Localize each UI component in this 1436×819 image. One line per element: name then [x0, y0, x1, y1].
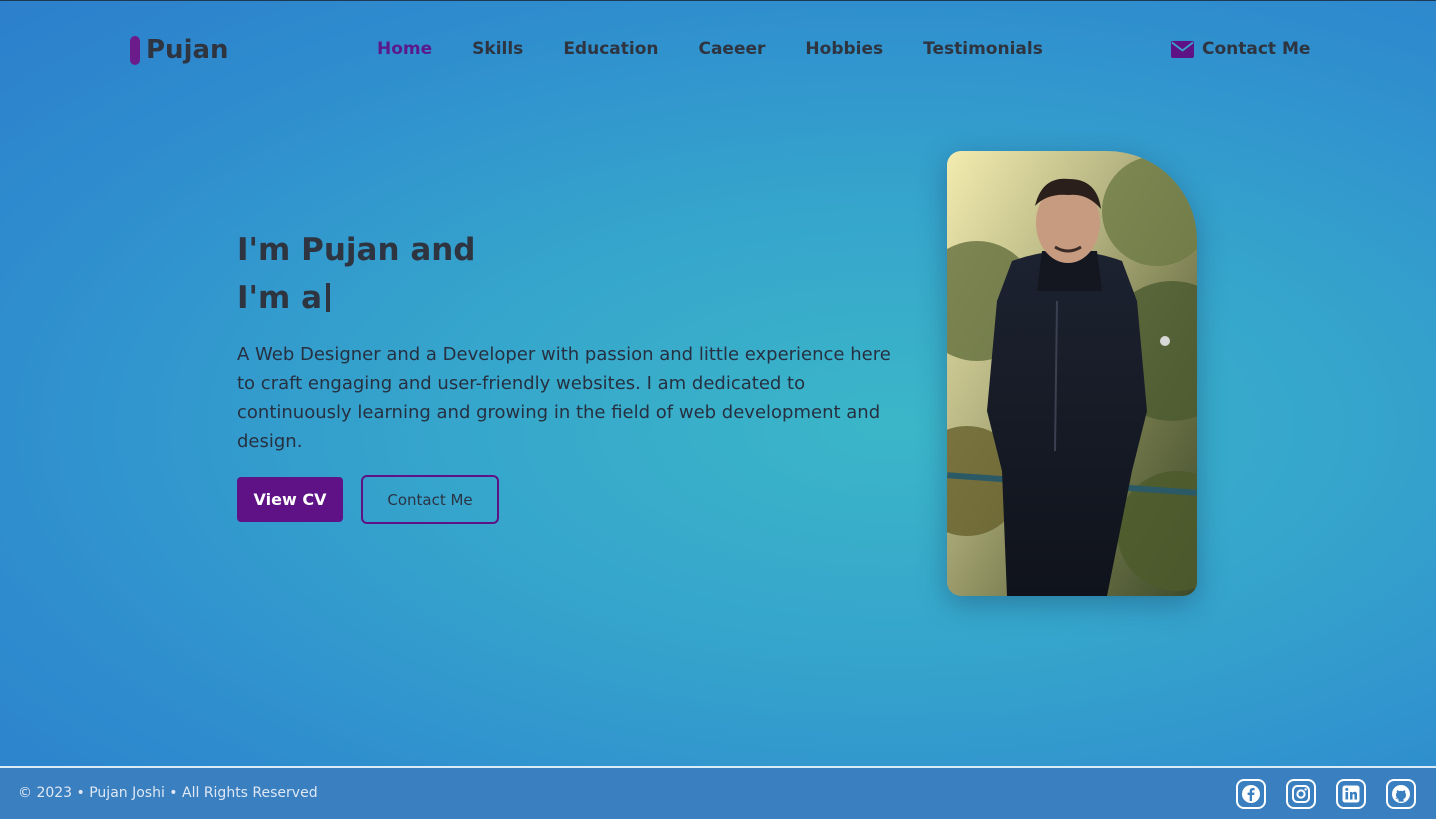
facebook-link[interactable]	[1236, 779, 1266, 809]
hero-line-2-text: I'm a	[237, 280, 323, 316]
hero-line-2: I'm a	[237, 274, 476, 322]
linkedin-link[interactable]	[1336, 779, 1366, 809]
github-icon	[1392, 785, 1410, 803]
logo-text: Pujan	[146, 35, 229, 65]
envelope-icon	[1171, 40, 1194, 58]
typing-caret	[326, 283, 331, 312]
hero-description: A Web Designer and a Developer with pass…	[237, 344, 891, 452]
instagram-icon	[1292, 785, 1310, 803]
nav-home[interactable]: Home	[377, 39, 432, 59]
footer: © 2023 • Pujan Joshi • All Rights Reserv…	[0, 766, 1436, 819]
copyright-text: © 2023 • Pujan Joshi • All Rights Reserv…	[18, 785, 318, 801]
logo-mark	[130, 35, 140, 65]
social-links	[1236, 779, 1416, 809]
hero-heading: I'm Pujan and I'm a	[237, 226, 476, 322]
logo[interactable]: Pujan	[130, 35, 229, 65]
github-link[interactable]	[1386, 779, 1416, 809]
linkedin-icon	[1342, 785, 1360, 803]
main-nav: Home Skills Education Caeeer Hobbies Tes…	[377, 39, 1083, 59]
contact-me-button[interactable]: Contact Me	[361, 475, 499, 524]
nav-skills[interactable]: Skills	[472, 39, 523, 59]
nav-testimonials[interactable]: Testimonials	[923, 39, 1043, 59]
nav-education[interactable]: Education	[563, 39, 658, 59]
nav-hobbies[interactable]: Hobbies	[805, 39, 883, 59]
header-contact-label: Contact Me	[1202, 39, 1311, 59]
profile-photo	[947, 151, 1197, 596]
nav-career[interactable]: Caeeer	[698, 39, 765, 59]
view-cv-button[interactable]: View CV	[237, 477, 343, 522]
header-contact-link[interactable]: Contact Me	[1171, 39, 1310, 59]
hero-line-1: I'm Pujan and	[237, 232, 476, 268]
instagram-link[interactable]	[1286, 779, 1316, 809]
top-border	[0, 0, 1436, 1]
facebook-icon	[1242, 785, 1260, 803]
